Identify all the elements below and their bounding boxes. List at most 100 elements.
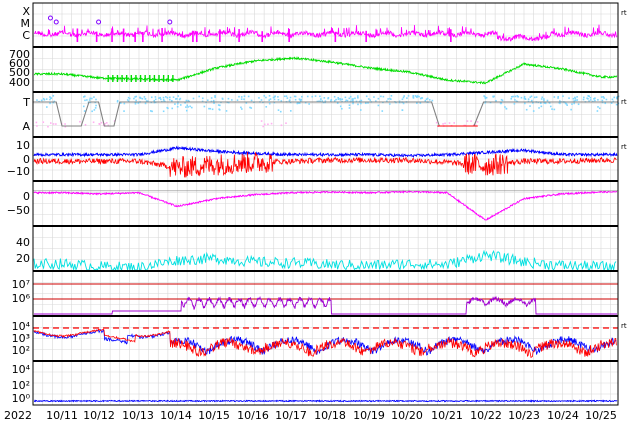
polarity-t-point bbox=[505, 107, 508, 110]
polarity-a-point bbox=[435, 121, 438, 124]
polarity-t-point bbox=[377, 104, 380, 107]
x-tick-label: 10/13 bbox=[122, 409, 154, 422]
polarity-t-point bbox=[327, 97, 329, 100]
polarity-t-point bbox=[176, 102, 179, 105]
panel-right-label: rt bbox=[621, 98, 627, 106]
polarity-t-point bbox=[416, 102, 418, 105]
polarity-t-point bbox=[52, 95, 55, 97]
polarity-t-point bbox=[247, 95, 250, 98]
polarity-t-point bbox=[425, 98, 428, 100]
polarity-t-point bbox=[289, 99, 291, 101]
polarity-t-point bbox=[91, 97, 93, 100]
y-tick-label: 10⁶ bbox=[12, 292, 31, 305]
polarity-t-point bbox=[587, 98, 589, 100]
polarity-a-point bbox=[35, 121, 38, 124]
polarity-t-point bbox=[172, 96, 175, 98]
polarity-t-point bbox=[543, 99, 545, 102]
polarity-t-point bbox=[412, 95, 415, 97]
polarity-t-point bbox=[277, 96, 279, 98]
x-tick-label: 10/21 bbox=[431, 409, 463, 422]
polarity-t-point bbox=[214, 96, 216, 98]
polarity-t-point bbox=[356, 95, 359, 97]
y-tick-label: 10 bbox=[16, 139, 30, 152]
x-tick-label: 10/14 bbox=[160, 409, 192, 422]
polarity-t-point bbox=[602, 96, 605, 98]
polarity-t-point bbox=[277, 99, 280, 101]
y-tick-label: 20 bbox=[16, 252, 30, 265]
polarity-t-point bbox=[354, 97, 356, 100]
polarity-t-point bbox=[268, 99, 271, 101]
polarity-t-point bbox=[345, 99, 348, 102]
panel-right-label: rt bbox=[621, 143, 627, 151]
polarity-t-point bbox=[529, 96, 532, 99]
polarity-t-point bbox=[562, 95, 564, 97]
polarity-a-point bbox=[52, 123, 55, 125]
polarity-t-point bbox=[123, 102, 126, 105]
polarity-t-point bbox=[525, 108, 528, 111]
polarity-t-point bbox=[381, 110, 384, 112]
polarity-t-point bbox=[179, 97, 182, 100]
polarity-t-point bbox=[185, 99, 188, 102]
polarity-t-point bbox=[185, 109, 188, 112]
polarity-t-point bbox=[406, 97, 408, 99]
polarity-t-point bbox=[277, 109, 280, 111]
polarity-t-point bbox=[348, 97, 351, 100]
polarity-t-point bbox=[49, 102, 51, 105]
polarity-t-point bbox=[179, 104, 182, 106]
polarity-t-point bbox=[50, 97, 52, 99]
polarity-t-point bbox=[483, 95, 485, 97]
polarity-t-point bbox=[388, 103, 391, 105]
polarity-t-point bbox=[589, 99, 592, 101]
polarity-t-point bbox=[91, 110, 93, 113]
polarity-t-point bbox=[484, 97, 487, 100]
polarity-t-point bbox=[514, 99, 516, 101]
polarity-t-point bbox=[543, 98, 545, 100]
y-tick-label: 10² bbox=[12, 379, 30, 392]
polarity-t-point bbox=[568, 97, 570, 99]
y-tick-label: −10 bbox=[7, 165, 30, 178]
polarity-t-point bbox=[510, 98, 513, 100]
polarity-t-point bbox=[134, 96, 136, 98]
polarity-t-point bbox=[419, 97, 422, 100]
polarity-t-point bbox=[243, 95, 246, 97]
polarity-t-point bbox=[341, 98, 344, 101]
polarity-t-point bbox=[141, 97, 144, 100]
polarity-t-point bbox=[219, 104, 221, 107]
polarity-t-point bbox=[532, 110, 535, 112]
polarity-t-point bbox=[577, 103, 580, 106]
polarity-t-point bbox=[613, 96, 616, 99]
polarity-t-point bbox=[493, 95, 495, 98]
polarity-t-point bbox=[369, 99, 372, 101]
polarity-a-point bbox=[270, 122, 273, 125]
polarity-t-point bbox=[330, 99, 333, 101]
polarity-a-point bbox=[79, 120, 81, 123]
polarity-t-point bbox=[240, 96, 243, 98]
polarity-t-point bbox=[510, 95, 513, 98]
polarity-t-point bbox=[572, 97, 575, 100]
polarity-t-point bbox=[382, 95, 385, 98]
polarity-t-point bbox=[43, 99, 46, 101]
polarity-t-point bbox=[93, 109, 96, 111]
polarity-t-point bbox=[540, 98, 543, 100]
polarity-t-point bbox=[83, 96, 85, 98]
polarity-t-point bbox=[225, 110, 228, 112]
polarity-t-point bbox=[323, 97, 326, 99]
polarity-t-point bbox=[336, 102, 339, 105]
polarity-t-point bbox=[357, 103, 359, 106]
polarity-a-point bbox=[470, 120, 472, 122]
polarity-t-point bbox=[337, 96, 340, 99]
polarity-t-point bbox=[240, 98, 243, 100]
flare-marker bbox=[47, 15, 53, 21]
polarity-t-point bbox=[162, 96, 165, 99]
polarity-t-point bbox=[279, 110, 282, 113]
y-tick-label: 0 bbox=[23, 190, 30, 203]
polarity-t-point bbox=[149, 110, 152, 112]
polarity-a-point bbox=[98, 123, 101, 125]
y-tick-label: T bbox=[22, 96, 30, 109]
polarity-t-point bbox=[553, 96, 556, 98]
polarity-t-point bbox=[240, 106, 242, 109]
y-tick-label: −50 bbox=[7, 204, 30, 217]
flare-marker bbox=[53, 19, 59, 25]
imf-bz-series bbox=[33, 151, 617, 178]
polarity-t-point bbox=[616, 97, 618, 100]
